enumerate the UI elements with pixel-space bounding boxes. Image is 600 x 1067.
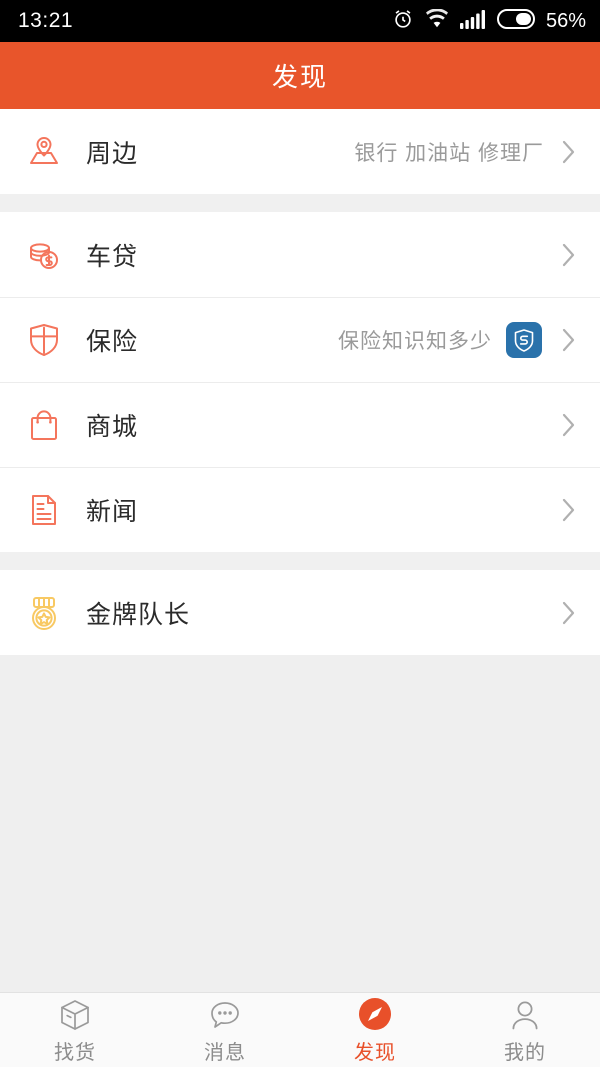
tab-label: 找货: [54, 1041, 96, 1064]
medal-icon: [22, 591, 66, 635]
list-item-label: 新闻: [86, 497, 139, 526]
status-bar: 13:21 56%: [0, 0, 600, 42]
wifi-icon: [425, 8, 449, 33]
bottom-tab-bar: 找货 消息 发现 我的: [0, 992, 600, 1067]
tab-label: 消息: [204, 1041, 246, 1064]
list-item-gold-captain[interactable]: 金牌队长: [0, 570, 600, 655]
list-item-label: 金牌队长: [86, 600, 191, 629]
chevron-right-icon: [558, 408, 580, 442]
battery-icon: [496, 8, 535, 34]
list-item-subtext: 银行 加油站 修理厂: [354, 141, 544, 165]
list-group: 车贷 保险 保险知识知多少 商城 新闻: [0, 212, 600, 552]
shopping-bag-icon: [22, 403, 66, 447]
document-icon: [22, 488, 66, 532]
list-item-news[interactable]: 新闻: [0, 467, 600, 552]
tab-find-goods[interactable]: 找货: [0, 993, 150, 1067]
list-item-subtext: 保险知识知多少: [338, 329, 492, 353]
list-item-label: 车贷: [86, 242, 139, 271]
list-item-label: 周边: [86, 139, 139, 168]
page-title: 发现: [271, 62, 328, 92]
list-group: 金牌队长: [0, 570, 600, 655]
alarm-icon: [392, 8, 414, 35]
group-gap: [0, 552, 600, 570]
list-item-mall[interactable]: 商城: [0, 382, 600, 467]
person-icon: [508, 996, 542, 1032]
tab-label: 发现: [354, 1041, 396, 1064]
status-bar-time: 13:21: [18, 9, 74, 32]
chat-bubble-icon: [208, 996, 242, 1032]
list-item-insurance[interactable]: 保险 保险知识知多少: [0, 297, 600, 382]
shield-cross-icon: [22, 318, 66, 362]
list-item-car-loan[interactable]: 车贷: [0, 212, 600, 297]
list-item-label: 商城: [86, 412, 139, 441]
chevron-right-icon: [558, 135, 580, 169]
tab-label: 我的: [504, 1041, 546, 1064]
chevron-right-icon: [558, 238, 580, 272]
tab-messages[interactable]: 消息: [150, 993, 300, 1067]
battery-percent-label: 56%: [545, 9, 586, 32]
list-group: 周边 银行 加油站 修理厂: [0, 109, 600, 194]
discover-list: 周边 银行 加油站 修理厂 车贷 保险 保险知识知多少 商城 新闻 金牌队长: [0, 109, 600, 655]
tab-profile[interactable]: 我的: [450, 993, 600, 1067]
chevron-right-icon: [558, 596, 580, 630]
signal-icon: [459, 9, 486, 34]
box-icon: [58, 996, 92, 1032]
coins-icon: [22, 233, 66, 277]
chevron-right-icon: [558, 323, 580, 357]
list-item-label: 保险: [86, 327, 139, 356]
compass-icon: [357, 996, 393, 1032]
map-pin-icon: [22, 130, 66, 174]
chevron-right-icon: [558, 493, 580, 527]
page-header: 发现: [0, 42, 600, 109]
group-gap: [0, 194, 600, 212]
list-item-nearby[interactable]: 周边 银行 加油站 修理厂: [0, 109, 600, 194]
shield-s-badge-icon[interactable]: [506, 321, 542, 358]
status-bar-icons: 56%: [392, 8, 586, 35]
tab-discover[interactable]: 发现: [300, 993, 450, 1067]
